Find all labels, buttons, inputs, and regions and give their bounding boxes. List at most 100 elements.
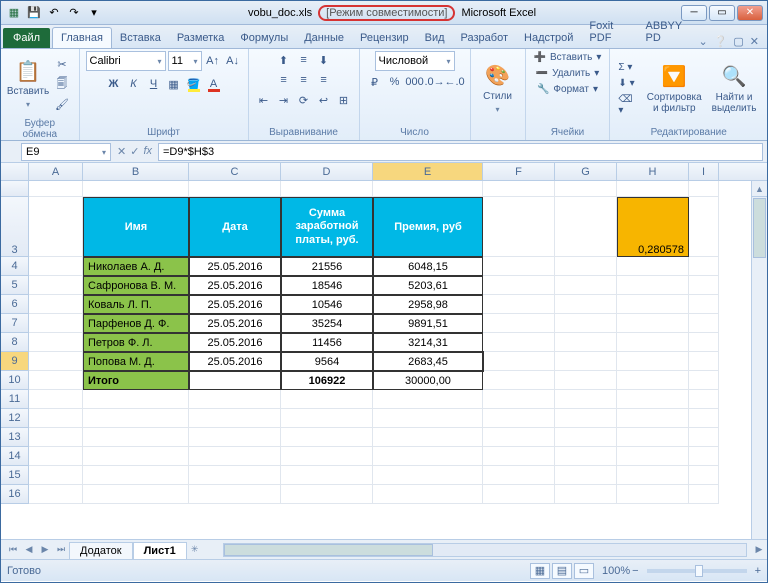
cell[interactable]: 21556 [281,257,373,276]
cell[interactable]: Итого [83,371,189,390]
cell[interactable] [189,447,281,466]
cell[interactable] [483,466,555,485]
scroll-thumb[interactable] [224,544,433,556]
number-format-select[interactable]: Числовой [375,51,455,71]
page-break-view-icon[interactable]: ▭ [574,563,594,579]
currency-icon[interactable]: ₽ [366,73,384,91]
align-center-icon[interactable]: ≡ [295,71,313,89]
fill-color-button[interactable]: 🪣 [185,75,203,93]
cell[interactable] [483,197,555,257]
cell[interactable] [617,428,689,447]
find-select-button[interactable]: 🔍 Найти и выделить [707,56,761,122]
increase-decimal-icon[interactable]: .0→ [426,73,444,91]
cell[interactable] [689,390,719,409]
cell[interactable] [281,447,373,466]
cell[interactable] [555,352,617,371]
cell[interactable] [29,352,83,371]
tab-foxit[interactable]: Foxit PDF [581,16,637,48]
row-header[interactable]: 11 [1,390,29,409]
row-header[interactable]: 6 [1,295,29,314]
vertical-scrollbar[interactable]: ▲ [751,181,767,539]
tab-abbyy[interactable]: ABBYY PD [638,16,699,48]
cell[interactable] [555,276,617,295]
clear-button[interactable]: ⌫ ▾ [616,93,641,117]
doc-restore-icon[interactable]: ▢ [733,35,743,48]
cell[interactable] [555,428,617,447]
cell[interactable] [555,295,617,314]
cell[interactable]: 25.05.2016 [189,333,281,352]
cell[interactable]: 11456 [281,333,373,352]
cell[interactable]: Попова М. Д. [83,352,189,371]
cell[interactable]: 25.05.2016 [189,352,281,371]
cell[interactable] [617,390,689,409]
font-name-select[interactable]: Calibri [86,51,166,71]
cell[interactable]: Петров Ф. Л. [83,333,189,352]
qat-more-icon[interactable]: ▾ [85,4,103,22]
row-header[interactable]: 7 [1,314,29,333]
cell[interactable] [689,352,719,371]
cell[interactable] [689,485,719,504]
col-header[interactable]: B [83,163,189,180]
cell[interactable] [689,466,719,485]
tab-home[interactable]: Главная [52,27,112,48]
cell[interactable] [483,371,555,390]
cell[interactable] [373,485,483,504]
format-painter-icon[interactable]: 🖌 [53,95,71,113]
select-all-corner[interactable] [1,163,29,180]
cell[interactable] [689,197,719,257]
cell[interactable] [689,447,719,466]
col-header[interactable]: H [617,163,689,180]
cell[interactable] [189,485,281,504]
cell[interactable] [689,314,719,333]
cell[interactable] [483,447,555,466]
row-header[interactable]: 10 [1,371,29,390]
cell[interactable] [483,428,555,447]
cell[interactable] [29,333,83,352]
cell[interactable]: 9891,51 [373,314,483,333]
cell[interactable]: Премия, руб [373,197,483,257]
formula-input[interactable]: =D9*$H$3 [158,143,763,161]
normal-view-icon[interactable]: ▦ [530,563,550,579]
cell[interactable] [617,257,689,276]
cell[interactable] [83,390,189,409]
row-header[interactable]: 13 [1,428,29,447]
delete-cells-button[interactable]: ➖ Удалить ▾ [534,67,602,80]
cell[interactable]: Сафронова В. М. [83,276,189,295]
styles-button[interactable]: 🎨 Стили [477,56,519,122]
cell[interactable] [29,447,83,466]
row-header[interactable]: 14 [1,447,29,466]
decrease-decimal-icon[interactable]: ←.0 [446,73,464,91]
cell[interactable] [281,485,373,504]
cell[interactable] [555,333,617,352]
cell[interactable] [281,390,373,409]
col-header[interactable]: E [373,163,483,180]
zoom-out-button[interactable]: − [632,565,638,577]
cell[interactable] [617,409,689,428]
italic-button[interactable]: К [125,75,143,93]
scroll-up-icon[interactable]: ▲ [752,181,767,197]
cell[interactable]: 30000,00 [373,371,483,390]
cell[interactable] [29,409,83,428]
cell[interactable] [483,352,555,371]
tab-addins[interactable]: Надстрой [516,28,581,48]
font-color-button[interactable]: A [205,75,223,93]
cell[interactable] [189,390,281,409]
zoom-in-button[interactable]: + [755,565,761,577]
doc-close-icon[interactable]: ✕ [750,35,759,48]
cell[interactable] [555,485,617,504]
cell[interactable] [281,428,373,447]
redo-icon[interactable]: ↷ [65,4,83,22]
cell[interactable] [483,390,555,409]
cell[interactable]: 3214,31 [373,333,483,352]
col-header[interactable]: I [689,163,719,180]
row-header[interactable]: 3 [1,197,29,257]
border-button[interactable]: ▦ [165,75,183,93]
zoom-slider[interactable] [647,569,747,573]
cell[interactable] [29,314,83,333]
file-tab[interactable]: Файл [3,28,50,48]
cell[interactable]: 35254 [281,314,373,333]
cell[interactable] [83,485,189,504]
merge-icon[interactable]: ⊞ [335,91,353,109]
sort-filter-button[interactable]: 🔽 Сортировка и фильтр [645,56,703,122]
increase-indent-icon[interactable]: ⇥ [275,91,293,109]
